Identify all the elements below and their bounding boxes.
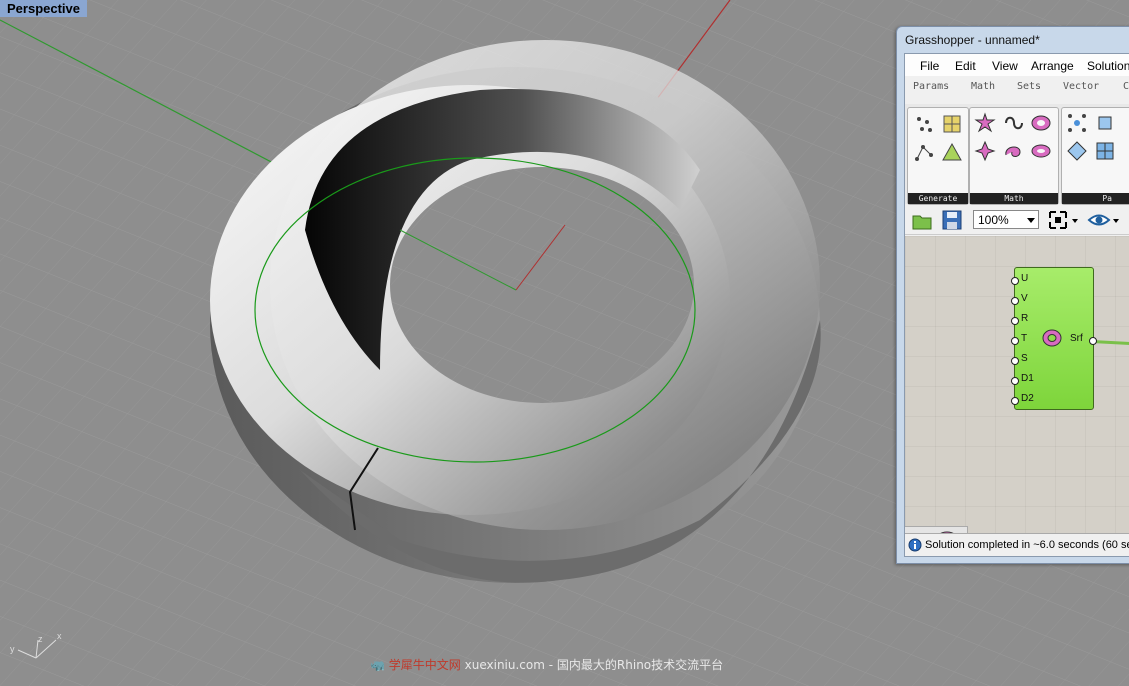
triangle-icon[interactable]	[941, 141, 963, 163]
vector-grid-icon[interactable]	[1094, 140, 1116, 162]
axis-z-label: z	[38, 634, 43, 644]
menu-arrange[interactable]: Arrange	[1031, 59, 1074, 73]
points-icon[interactable]	[913, 141, 935, 163]
grasshopper-window[interactable]: Grasshopper - unnamed* File Edit View Ar…	[896, 26, 1129, 564]
viewport-title[interactable]: Perspective	[0, 0, 87, 17]
tab-sets[interactable]: Sets	[1017, 81, 1041, 92]
panel-math: Math	[969, 107, 1059, 205]
math-shell-icon[interactable]	[1002, 140, 1024, 162]
input-d1[interactable]: D1	[1021, 373, 1034, 384]
info-icon	[908, 538, 922, 552]
input-d2[interactable]: D2	[1021, 393, 1034, 404]
canvas-toolbar: 100%	[905, 206, 1129, 235]
component-tabs: Params Math Sets Vector C	[905, 77, 1129, 95]
input-t-port[interactable]	[1011, 337, 1019, 345]
axis-x-label: x	[57, 631, 62, 641]
input-t[interactable]: T	[1021, 333, 1027, 344]
panel-generate: Generate	[907, 107, 969, 205]
vector-frame-icon[interactable]	[1094, 112, 1116, 134]
zoom-select[interactable]: 100%	[973, 210, 1039, 229]
input-d2-port[interactable]	[1011, 397, 1019, 405]
panel-params: Pa	[1061, 107, 1129, 205]
menu-solution[interactable]: Solution	[1087, 59, 1129, 73]
tab-params[interactable]: Params	[913, 81, 949, 92]
math-burst-icon[interactable]	[974, 140, 996, 162]
axis-y-label: y	[10, 644, 15, 654]
status-message: Solution completed in ~6.0 seconds (60 s…	[925, 539, 1129, 551]
grasshopper-body: File Edit View Arrange Solution Params M…	[904, 53, 1129, 557]
panel-generate-label[interactable]: Generate	[908, 193, 968, 204]
input-u-port[interactable]	[1011, 277, 1019, 285]
input-v-port[interactable]	[1011, 297, 1019, 305]
input-v[interactable]: V	[1021, 293, 1028, 304]
vector-dots-icon[interactable]	[1066, 112, 1088, 134]
chevron-down-icon	[1027, 218, 1035, 223]
zoom-extents-icon[interactable]	[1047, 209, 1081, 231]
watermark-site: xuexiniu.com	[464, 658, 545, 672]
populate-icon[interactable]	[913, 113, 935, 135]
watermark-tagline: - 国内最大的Rhino技术交流平台	[548, 658, 724, 672]
tab-vector[interactable]: Vector	[1063, 81, 1099, 92]
menu-file[interactable]: File	[920, 59, 939, 73]
input-r-port[interactable]	[1011, 317, 1019, 325]
axis-gizmo-icon: x y z	[10, 631, 62, 659]
input-d1-port[interactable]	[1011, 377, 1019, 385]
tab-math[interactable]: Math	[971, 81, 995, 92]
window-title[interactable]: Grasshopper - unnamed*	[905, 33, 1040, 47]
preview-eye-icon[interactable]	[1087, 209, 1121, 231]
input-s[interactable]: S	[1021, 353, 1028, 364]
panel-params-label[interactable]: Pa	[1062, 193, 1129, 204]
menu-edit[interactable]: Edit	[955, 59, 976, 73]
rhino-logo-icon: 🦏	[370, 658, 385, 672]
input-r[interactable]: R	[1021, 313, 1028, 324]
input-u[interactable]: U	[1021, 273, 1028, 284]
menu-bar: File Edit View Arrange Solution	[905, 54, 1129, 76]
tab-c[interactable]: C	[1123, 81, 1129, 92]
grasshopper-canvas[interactable]: U V R T S D1 D2 Srf	[905, 236, 1129, 553]
output-srf[interactable]: Srf	[1070, 333, 1083, 344]
open-file-icon[interactable]	[911, 209, 933, 231]
watermark-cn-name: 学犀牛中文网	[388, 658, 461, 672]
grid-icon[interactable]	[941, 113, 963, 135]
status-bar: Solution completed in ~6.0 seconds (60 s…	[905, 533, 1129, 556]
menu-view[interactable]: View	[992, 59, 1018, 73]
math-knot-icon[interactable]	[1002, 112, 1024, 134]
panel-math-label[interactable]: Math	[970, 193, 1058, 204]
component-ribbon: Generate Math Pa	[905, 104, 1129, 205]
vector-diamond-icon[interactable]	[1066, 140, 1088, 162]
torus-component-icon	[1042, 329, 1062, 347]
math-ring-icon[interactable]	[1030, 140, 1052, 162]
zoom-value: 100%	[978, 213, 1009, 227]
output-wire	[1091, 340, 1129, 347]
save-file-icon[interactable]	[941, 209, 963, 231]
output-srf-port[interactable]	[1089, 337, 1097, 345]
watermark: 🦏 学犀牛中文网 xuexiniu.com - 国内最大的Rhino技术交流平台	[370, 656, 723, 673]
math-star-icon[interactable]	[974, 112, 996, 134]
math-torus-icon[interactable]	[1030, 112, 1052, 134]
torus-surface-component[interactable]: U V R T S D1 D2 Srf	[1011, 267, 1097, 410]
input-s-port[interactable]	[1011, 357, 1019, 365]
